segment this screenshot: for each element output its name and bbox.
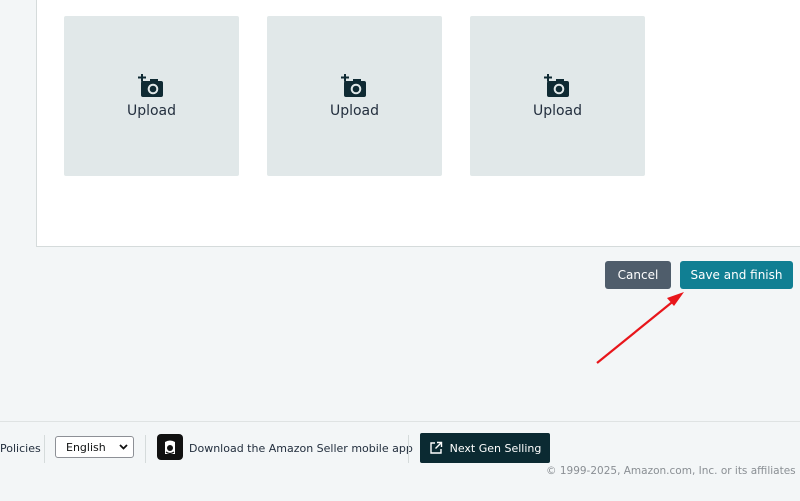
upload-tile-1[interactable]: Upload bbox=[64, 16, 239, 176]
upload-label: Upload bbox=[532, 102, 583, 119]
download-app-link[interactable]: Download the Amazon Seller mobile app bbox=[189, 442, 413, 455]
footer-divider bbox=[44, 435, 45, 463]
policies-link[interactable]: Policies bbox=[0, 442, 41, 455]
upload-tile-3[interactable]: Upload bbox=[470, 16, 645, 176]
language-select[interactable]: English bbox=[55, 436, 134, 458]
amazon-app-icon[interactable] bbox=[157, 434, 183, 460]
amazon-a-icon bbox=[165, 440, 175, 455]
footer: Policies English Download the Amazon Sel… bbox=[0, 421, 800, 501]
add-photo-icon bbox=[543, 73, 569, 97]
add-photo-icon bbox=[340, 73, 366, 97]
cancel-button[interactable]: Cancel bbox=[605, 261, 671, 289]
upload-tile-2[interactable]: Upload bbox=[267, 16, 442, 176]
external-link-icon bbox=[429, 441, 442, 454]
upload-panel: Upload Upload Upload bbox=[36, 0, 800, 247]
add-photo-icon bbox=[137, 73, 163, 97]
chevron-down-icon bbox=[119, 444, 128, 450]
upload-label: Upload bbox=[329, 102, 380, 119]
language-selected-value: English bbox=[66, 440, 106, 454]
next-gen-selling-label: Next Gen Selling bbox=[449, 441, 542, 455]
next-gen-selling-button[interactable]: Next Gen Selling bbox=[420, 433, 550, 463]
save-and-finish-button[interactable]: Save and finish bbox=[680, 261, 793, 289]
footer-divider bbox=[408, 435, 409, 463]
copyright-text: © 1999-2025, Amazon.com, Inc. or its aff… bbox=[546, 465, 796, 477]
footer-divider bbox=[145, 435, 146, 463]
upload-label: Upload bbox=[126, 102, 177, 119]
